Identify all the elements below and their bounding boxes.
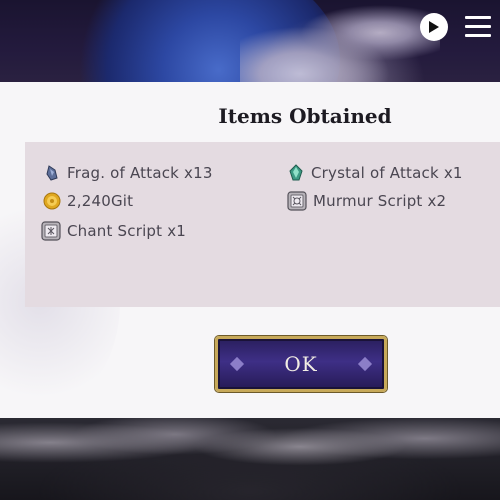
hamburger-menu-icon[interactable]: [465, 16, 491, 38]
item-label: 2,240Git: [67, 192, 134, 210]
item-label: Crystal of Attack x1: [311, 164, 463, 182]
top-background: [0, 0, 500, 82]
bottom-background: [0, 418, 500, 500]
list-item: Murmur Script x2: [287, 190, 446, 212]
chant-script-icon: [41, 221, 61, 241]
list-item: 2,240Git: [43, 190, 133, 212]
list-item: Frag. of Attack x13: [43, 162, 213, 184]
play-icon[interactable]: [420, 13, 448, 41]
attack-fragment-icon: [46, 165, 58, 181]
ok-button[interactable]: OK: [215, 336, 387, 392]
murmur-script-icon: [287, 191, 307, 211]
item-label: Murmur Script x2: [313, 192, 447, 210]
items-obtained-dialog: Items Obtained Frag. of Attack x13 2,240…: [0, 82, 500, 418]
item-label: Chant Script x1: [67, 222, 187, 240]
dialog-title: Items Obtained: [218, 104, 392, 128]
list-item: Crystal of Attack x1: [287, 162, 463, 184]
gold-coin-icon: [43, 192, 61, 210]
item-label: Frag. of Attack x13: [67, 164, 213, 182]
ok-button-label: OK: [284, 352, 318, 376]
grass-artwork: [0, 418, 500, 500]
ruins-artwork: [240, 0, 440, 82]
items-list: Frag. of Attack x13 2,240Git Chant Scrip…: [25, 142, 500, 307]
list-item: Chant Script x1: [41, 220, 186, 242]
attack-crystal-icon: [289, 164, 303, 181]
